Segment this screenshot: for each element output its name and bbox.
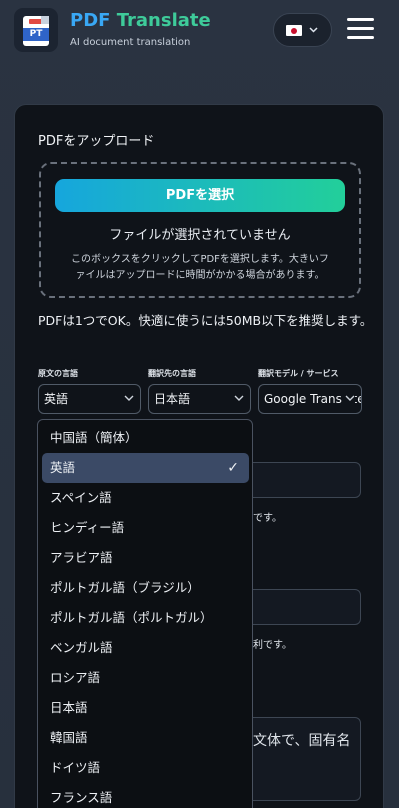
dropdown-option[interactable]: 韓国語 [42,723,249,753]
target-language-label: 翻訳先の言語 [148,369,196,378]
language-switcher[interactable] [273,13,332,47]
help-line-1: このボックスをクリックしてPDFを選択します。大きいフ [71,254,329,265]
app-header: PT PDF Translate AI document translation [0,0,399,64]
japan-flag-icon [286,25,302,36]
dropdown-option[interactable]: ドイツ語 [42,753,249,783]
app-page: PT PDF Translate AI document translation… [0,0,399,808]
select-pdf-button[interactable]: PDFを選択 [55,179,345,212]
file-size-note: PDFは1つでOK。快適に使うには50MB以下を推奨します。 [38,313,373,328]
dropdown-option[interactable]: ベンガル語 [42,633,249,663]
source-language-label: 原文の言語 [38,369,78,378]
dropdown-option[interactable]: 日本語 [42,693,249,723]
dropdown-option[interactable]: ロシア語 [42,663,249,693]
menu-bar-bottom [347,36,374,39]
no-file-status: ファイルが選択されていません [109,228,291,243]
target-language-value: 日本語 [154,392,191,406]
dropdown-option[interactable]: 中国語（簡体） [42,423,249,453]
dropdown-option-label: 英語 [50,460,76,475]
help-line-2: ァイルはアップロードに時間がかかる場合があります。 [75,270,325,281]
chevron-down-icon [343,385,355,413]
brand-title-pdf: PDF [70,10,111,31]
upload-heading: PDFをアップロード [38,134,155,149]
app-logo[interactable]: PT [14,8,58,52]
dropdown-option[interactable]: アラビア語 [42,543,249,573]
checkmark-icon: ✓ [227,460,239,476]
chevron-down-icon [309,23,318,40]
source-language-select[interactable]: 英語 [38,384,141,414]
hidden-input-2[interactable] [243,589,361,625]
dropzone-help-text: このボックスをクリックしてPDFを選択します。大きいフ ァイルはアップロードに時… [53,252,347,284]
model-label: 翻訳モデル / サービス [258,369,339,378]
source-language-value: 英語 [44,392,69,406]
hidden-input-1[interactable] [243,462,361,498]
chevron-down-icon [234,385,244,413]
chevron-down-icon [124,385,134,413]
source-language-dropdown: 中国語（簡体） 英語 ✓ スペイン語 ヒンディー語 アラビア語 ポルトガル語（ブ… [37,419,253,808]
dropdown-option-selected[interactable]: 英語 ✓ [42,453,249,483]
brand-title-translate: Translate [116,10,211,31]
pdf-dropzone[interactable]: PDFを選択 ファイルが選択されていません このボックスをクリックしてPDFを選… [39,162,361,298]
model-select[interactable]: Google Translate [258,384,362,414]
dropdown-option[interactable]: スペイン語 [42,483,249,513]
target-language-select[interactable]: 日本語 [148,384,251,414]
dropdown-option[interactable]: ヒンディー語 [42,513,249,543]
textarea-fragment: 文体で、固有名 [253,733,351,749]
menu-bar-middle [347,27,374,30]
hamburger-menu-icon[interactable] [347,18,375,42]
logo-text: PT [23,28,49,41]
brand-subtitle: AI document translation [70,37,191,48]
pdf-document-icon: PT [23,16,49,46]
logo-page-corner [41,16,49,24]
dropdown-option[interactable]: ポルトガル語（ポルトガル） [42,603,249,633]
dropdown-option[interactable]: ポルトガル語（ブラジル） [42,573,249,603]
brand-title: PDF Translate [70,10,211,31]
menu-bar-top [347,18,374,21]
dropdown-option[interactable]: フランス語 [42,783,249,808]
